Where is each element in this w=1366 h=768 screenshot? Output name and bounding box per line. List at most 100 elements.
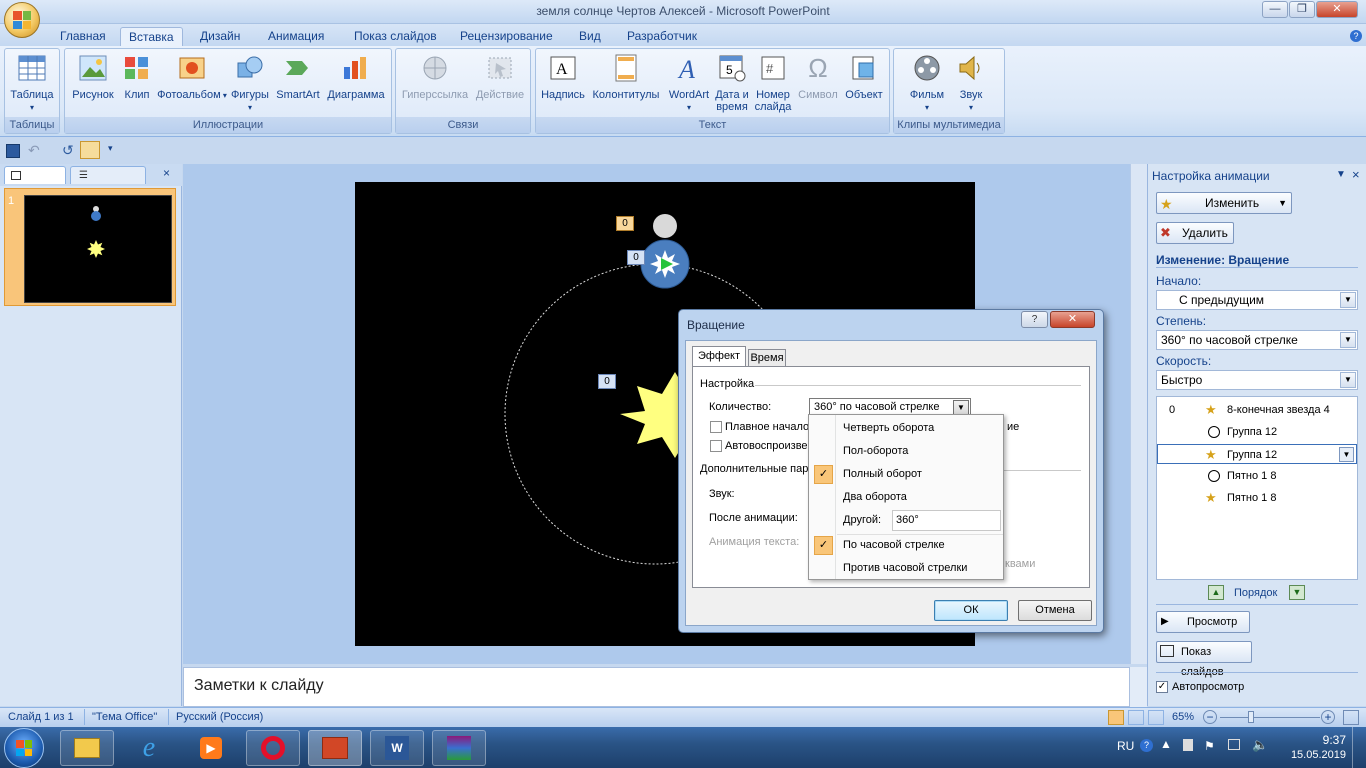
slide-thumbnail-item[interactable]: 1	[4, 188, 176, 306]
preview-button[interactable]: ▶ Просмотр	[1156, 611, 1250, 633]
amount-select[interactable]: 360° по часовой стрелке ▼	[1156, 330, 1358, 350]
tab-timing[interactable]: Время	[748, 349, 786, 367]
cancel-button[interactable]: Отмена	[1018, 600, 1092, 621]
list-item[interactable]: Пятно 1 8	[1157, 466, 1357, 486]
remove-effect-button[interactable]: ✖ Удалить	[1156, 222, 1234, 244]
help-icon[interactable]: ?	[1350, 30, 1362, 42]
tab-animation[interactable]: Анимация	[260, 27, 332, 46]
clock-date[interactable]: 15.05.2019	[1276, 749, 1346, 761]
help-tray-icon[interactable]: ?	[1140, 739, 1153, 752]
autoreverse-checkbox[interactable]	[710, 440, 722, 452]
menu-item-full[interactable]: ✓ Полный оборот	[809, 463, 1003, 486]
network-icon[interactable]	[1228, 739, 1240, 750]
tab-home[interactable]: Главная	[52, 27, 114, 46]
tab-design[interactable]: Дизайн	[192, 27, 248, 46]
zoom-level[interactable]: 65%	[1172, 711, 1194, 723]
slideshow-button[interactable]: Показ слайдов	[1156, 641, 1252, 678]
dialog-close-button[interactable]: ✕	[1050, 311, 1095, 328]
textbox-button[interactable]: A Надпись	[538, 53, 588, 101]
symbol-button[interactable]: Ω Символ	[796, 53, 840, 101]
menu-item-clockwise[interactable]: ✓ По часовой стрелке	[809, 534, 1003, 557]
clock-time[interactable]: 9:37	[1286, 733, 1346, 747]
taskbar-explorer[interactable]	[60, 730, 114, 766]
tab-slideshow[interactable]: Показ слайдов	[346, 27, 445, 46]
qat-dropdown-icon[interactable]: ▾	[108, 143, 113, 154]
date-time-button[interactable]: 5 Дата и время	[714, 53, 750, 113]
tab-insert[interactable]: Вставка	[120, 27, 183, 46]
tab-view[interactable]: Вид	[571, 27, 609, 46]
picture-button[interactable]: Рисунок	[69, 53, 117, 101]
slide-number-button[interactable]: # Номер слайда	[752, 53, 794, 113]
normal-view-icon[interactable]	[1108, 710, 1124, 725]
volume-icon[interactable]: 🔈	[1252, 737, 1268, 753]
animation-marker[interactable]: 0	[616, 216, 634, 231]
autopreview-checkbox[interactable]: ✓	[1156, 681, 1168, 693]
menu-item-counterclockwise[interactable]: Против часовой стрелки	[809, 557, 1003, 580]
tab-review[interactable]: Рецензирование	[452, 27, 561, 46]
redo-icon[interactable]: ↺	[62, 142, 74, 159]
menu-item-two[interactable]: Два оборота	[809, 486, 1003, 509]
move-down-icon[interactable]: ▼	[1289, 585, 1305, 600]
wordart-button[interactable]: A WordArt ▾	[664, 53, 714, 114]
tab-developer[interactable]: Разработчик	[619, 27, 705, 46]
keyboard-tray-icon[interactable]	[1183, 739, 1193, 751]
speed-select[interactable]: Быстро ▼	[1156, 370, 1358, 390]
tray-arrow-icon[interactable]: ▲	[1160, 737, 1172, 751]
zoom-slider[interactable]	[1220, 717, 1320, 718]
taskbar-media[interactable]: ▶	[184, 730, 238, 766]
smooth-start-checkbox[interactable]	[710, 421, 722, 433]
list-item[interactable]: Группа 12	[1157, 422, 1357, 442]
shapes-button[interactable]: Фигуры ▾	[227, 53, 273, 114]
pane-menu-icon[interactable]: ▼	[1336, 169, 1346, 180]
start-select[interactable]: С предыдущим ▼	[1156, 290, 1358, 310]
taskbar-winrar[interactable]	[432, 730, 486, 766]
save-icon[interactable]	[6, 144, 20, 158]
pane-close-icon[interactable]: ×	[1352, 167, 1360, 182]
start-button[interactable]	[4, 728, 44, 768]
change-effect-button[interactable]: ★ Изменить ▼	[1156, 192, 1292, 214]
language-indicator[interactable]: Русский (Россия)	[176, 711, 263, 723]
undo-icon[interactable]: ↶	[28, 142, 40, 159]
header-footer-button[interactable]: Колонтитулы	[590, 53, 662, 101]
minimize-button[interactable]: —	[1262, 1, 1288, 18]
office-button[interactable]	[4, 2, 40, 38]
custom-amount-input[interactable]: 360°	[892, 510, 1001, 531]
taskbar-powerpoint[interactable]	[308, 730, 362, 766]
action-button[interactable]: Действие	[472, 53, 528, 101]
taskbar-opera[interactable]	[246, 730, 300, 766]
customize-tool-icon[interactable]	[80, 141, 100, 159]
close-panel-icon[interactable]: ×	[163, 166, 170, 180]
table-button[interactable]: Таблица ▾	[7, 53, 57, 114]
list-item[interactable]: ★ Пятно 1 8	[1157, 488, 1357, 508]
tab-effect[interactable]: Эффект	[692, 346, 746, 367]
list-item-selected[interactable]: ★ Группа 12 ▼	[1157, 444, 1357, 464]
fit-window-icon[interactable]	[1343, 710, 1359, 725]
smartart-button[interactable]: SmartArt	[273, 53, 323, 101]
zoom-in-icon[interactable]: +	[1321, 710, 1335, 724]
tab-slides[interactable]	[4, 166, 66, 184]
notes-pane[interactable]: Заметки к слайду	[183, 667, 1130, 707]
menu-item-quarter[interactable]: Четверть оборота	[809, 417, 1003, 440]
taskbar-ie[interactable]: e	[122, 730, 176, 766]
sound-button[interactable]: Звук ▾	[954, 53, 988, 114]
chevron-down-icon[interactable]: ▼	[1339, 447, 1354, 462]
input-language[interactable]: RU	[1117, 739, 1134, 753]
sorter-view-icon[interactable]	[1128, 710, 1144, 725]
tab-outline[interactable]: ☰	[70, 166, 146, 184]
animation-marker[interactable]: 0	[598, 374, 616, 389]
help-button[interactable]: ?	[1021, 311, 1048, 328]
movie-button[interactable]: Фильм ▾	[902, 53, 952, 114]
maximize-button[interactable]: ❐	[1289, 1, 1315, 18]
hyperlink-button[interactable]: Гиперссылка	[400, 53, 470, 101]
show-desktop-button[interactable]	[1352, 727, 1366, 768]
animation-marker[interactable]: 0	[627, 250, 645, 265]
photo-album-button[interactable]: Фотоальбом ▾	[157, 53, 227, 102]
clip-button[interactable]: Клип	[119, 53, 155, 101]
move-up-icon[interactable]: ▲	[1208, 585, 1224, 600]
taskbar-word[interactable]: W	[370, 730, 424, 766]
canvas-scrollbar[interactable]	[1130, 164, 1147, 664]
object-button[interactable]: Объект	[840, 53, 888, 101]
slideshow-view-icon[interactable]	[1148, 710, 1164, 725]
list-item[interactable]: 0 ★ 8-конечная звезда 4	[1157, 400, 1357, 420]
close-button[interactable]: ✕	[1316, 1, 1358, 18]
